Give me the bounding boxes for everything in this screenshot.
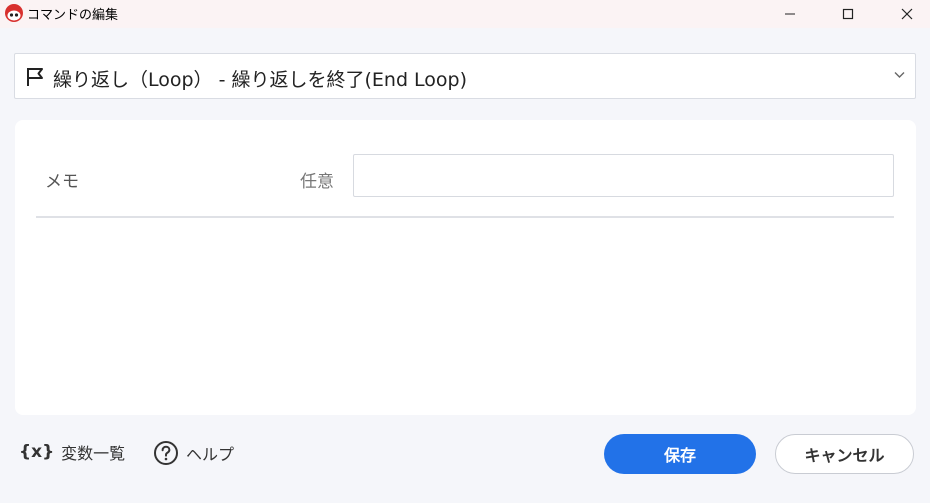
flag-icon xyxy=(27,68,43,86)
memo-input[interactable] xyxy=(353,154,894,197)
minimize-button[interactable] xyxy=(767,0,813,28)
window-title: コマンドの編集 xyxy=(27,8,119,23)
command-select-value: 繰り返し（Loop） - 繰り返しを終了(End Loop) xyxy=(53,69,468,91)
variables-icon: {x} xyxy=(19,442,55,462)
memo-label: メモ xyxy=(45,172,79,192)
memo-panel: メモ 任意 xyxy=(15,120,916,415)
maximize-icon xyxy=(842,8,854,20)
variables-list-label: 変数一覧 xyxy=(61,444,126,463)
title-bar: コマンドの編集 xyxy=(0,0,930,28)
maximize-button[interactable] xyxy=(825,0,871,28)
question-circle-icon xyxy=(154,441,178,465)
save-button[interactable]: 保存 xyxy=(604,434,756,474)
app-logo-icon xyxy=(5,4,23,22)
help-label: ヘルプ xyxy=(186,445,235,464)
help-link[interactable]: ヘルプ xyxy=(153,440,234,466)
divider xyxy=(36,216,894,218)
optional-label: 任意 xyxy=(300,172,334,192)
close-icon xyxy=(901,8,913,20)
cancel-button[interactable]: キャンセル xyxy=(775,434,914,474)
command-select[interactable]: 繰り返し（Loop） - 繰り返しを終了(End Loop) xyxy=(14,53,916,99)
minimize-icon xyxy=(785,13,795,15)
variables-list-link[interactable]: {x} 変数一覧 xyxy=(19,440,125,464)
close-button[interactable] xyxy=(884,0,930,28)
chevron-down-icon xyxy=(894,72,905,78)
